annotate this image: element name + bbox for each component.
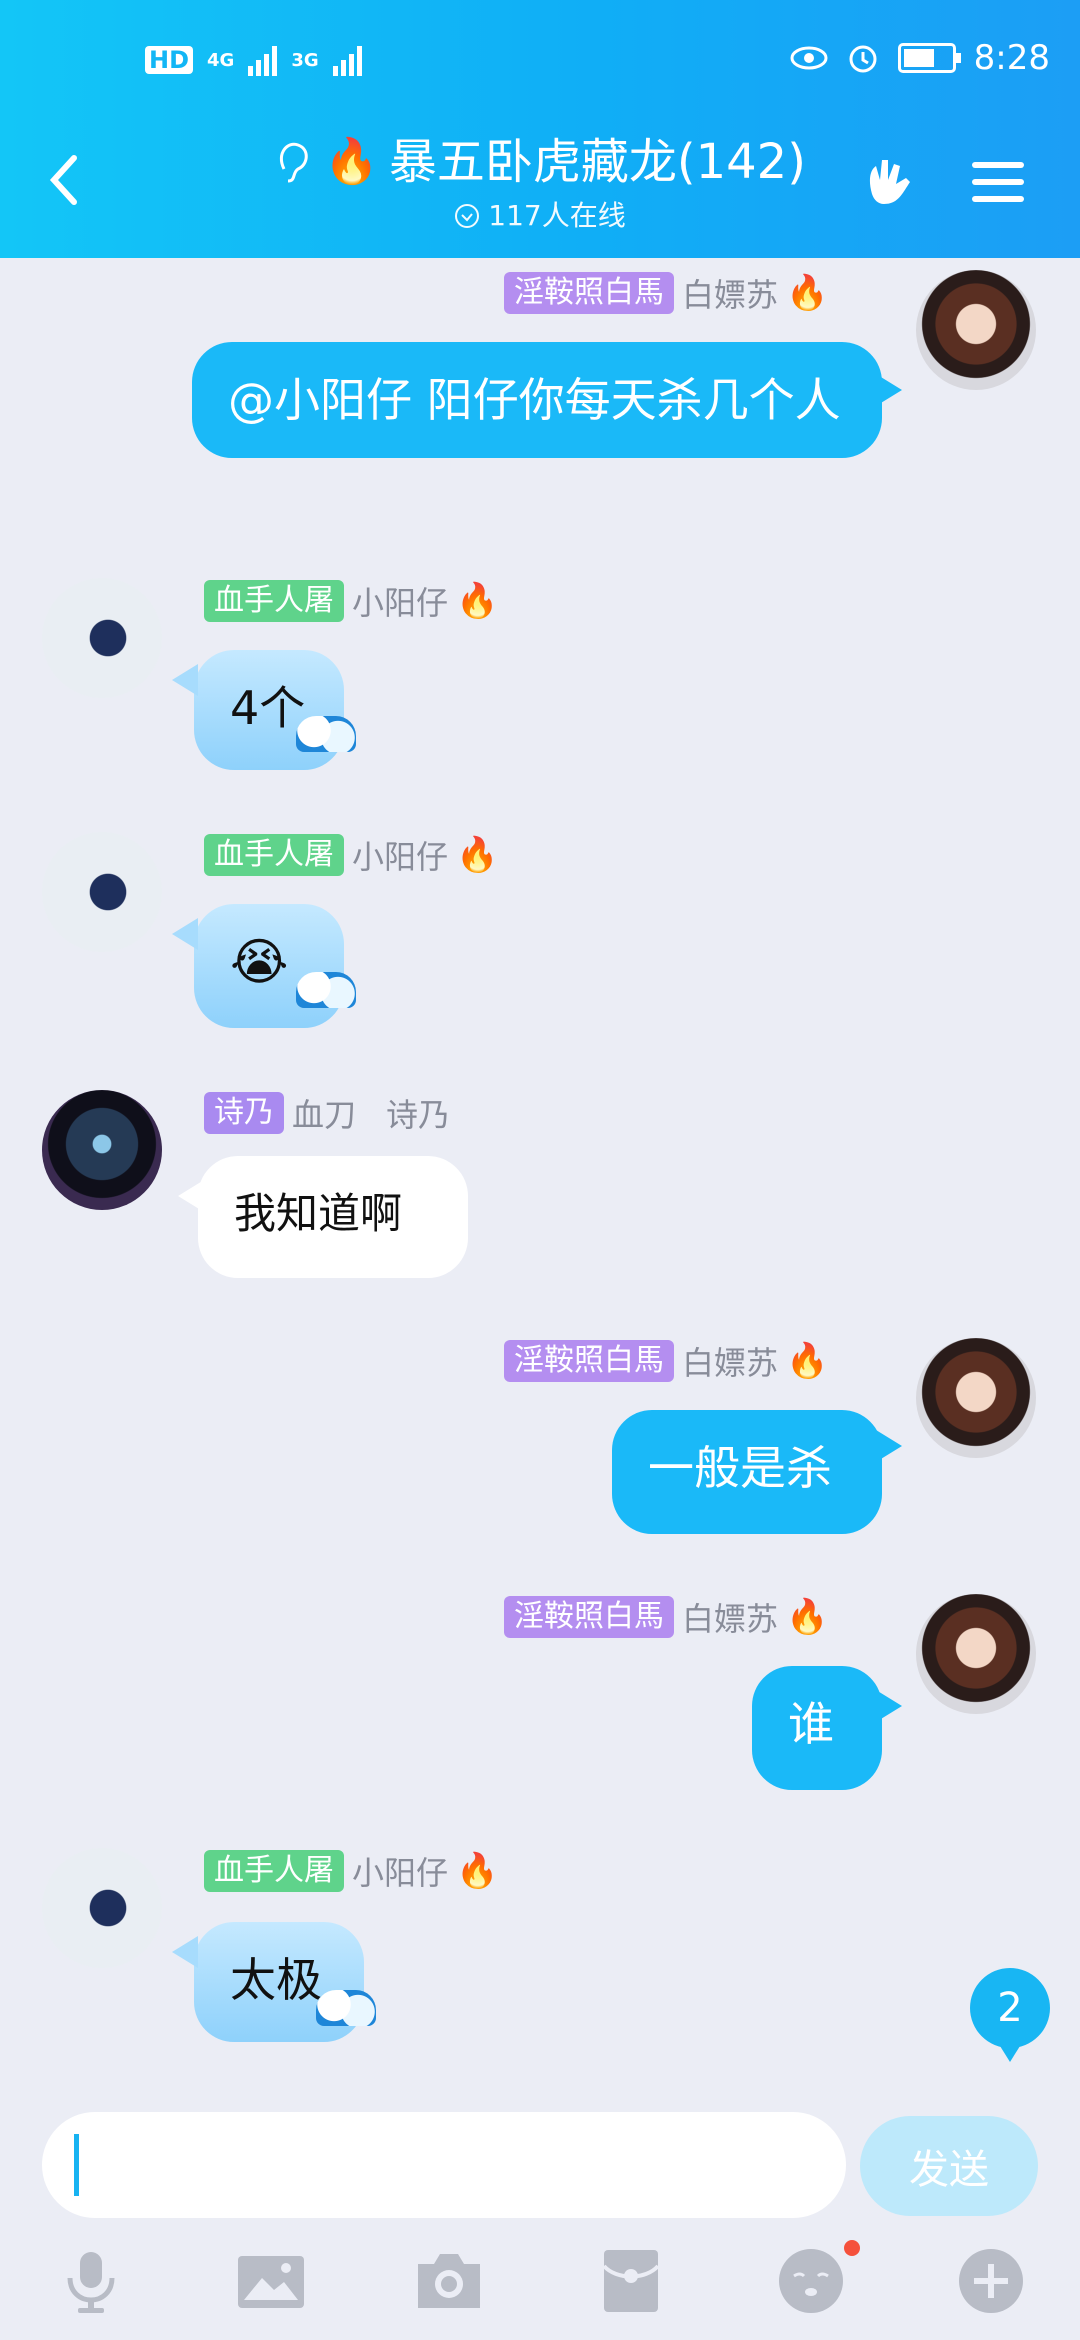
message-meta: 血手人屠 小阳仔 🔥 — [204, 832, 498, 878]
avatar-shinai[interactable] — [42, 1090, 162, 1210]
online-check-icon — [455, 204, 480, 228]
avatar-xiaoyangzai[interactable] — [42, 578, 162, 698]
battery-icon — [897, 43, 961, 73]
signal-icon-2 — [332, 44, 362, 76]
avatar-baipiaosu[interactable] — [916, 270, 1036, 390]
bubble-tail — [178, 1180, 204, 1212]
message-bubble[interactable]: 😭 — [194, 904, 344, 1028]
message-meta: 淫鞍照白馬 白嫖苏 🔥 — [504, 1594, 828, 1640]
notification-dot — [844, 2240, 860, 2256]
flame-icon: 🔥 — [786, 273, 829, 313]
bubble-tail — [172, 918, 198, 950]
red-packet-icon[interactable] — [596, 2246, 666, 2316]
sender-name[interactable]: 小阳仔 — [352, 832, 448, 878]
message-meta: 血手人屠 小阳仔 🔥 — [204, 1848, 498, 1894]
message-meta: 血手人屠 小阳仔 🔥 — [204, 578, 498, 624]
message-bubble[interactable]: 一般是杀 — [612, 1410, 882, 1534]
member-badge: 淫鞍照白馬 — [504, 1596, 674, 1638]
clock: 8:28 — [973, 38, 1050, 78]
group-title: 暴五卧虎藏龙(142) — [388, 134, 806, 190]
emoji-icon[interactable] — [776, 2246, 846, 2316]
avatar-baipiaosu[interactable] — [916, 1594, 1036, 1714]
input-toolbar — [0, 2240, 1080, 2340]
member-badge: 血手人屠 — [204, 1850, 344, 1892]
flame-icon: 🔥 — [786, 1341, 829, 1381]
bubble-tail — [172, 664, 198, 696]
network-label-1: 4G — [207, 49, 235, 71]
message-bubble[interactable]: 谁 — [752, 1666, 882, 1790]
online-count: 117人在线 — [488, 199, 626, 232]
member-title: 血刀 — [292, 1096, 357, 1134]
flame-icon: 🔥 — [456, 581, 499, 621]
bubble-tail — [876, 1430, 902, 1462]
hand-gesture-icon[interactable] — [858, 150, 922, 214]
message-meta: 诗乃 血刀 诗乃 — [204, 1090, 450, 1136]
sender-name[interactable]: 诗乃 — [386, 1090, 450, 1136]
image-icon[interactable] — [236, 2246, 306, 2316]
message-bubble[interactable]: 4个 — [194, 650, 344, 770]
menu-icon[interactable] — [966, 150, 1030, 214]
hd-indicator: HD — [145, 46, 194, 74]
member-badge: 血手人屠 — [204, 580, 344, 622]
wave-decoration — [296, 972, 356, 1008]
message-bubble[interactable]: 我知道啊 — [198, 1156, 468, 1278]
message-bubble[interactable]: @小阳仔 阳仔你每天杀几个人 — [192, 342, 882, 458]
sender-name[interactable]: 小阳仔 — [352, 578, 448, 624]
plus-icon[interactable] — [956, 2246, 1026, 2316]
new-messages-badge[interactable]: 2 — [970, 1968, 1050, 2062]
member-badge: 淫鞍照白馬 — [504, 272, 674, 314]
send-button[interactable]: 发送 — [860, 2116, 1038, 2216]
wave-decoration — [296, 716, 356, 752]
member-badge: 诗乃 — [204, 1092, 284, 1134]
member-badge: 淫鞍照白馬 — [504, 1340, 674, 1382]
network-label-2: 3G — [291, 49, 319, 71]
camera-icon[interactable] — [414, 2246, 484, 2316]
message-input[interactable] — [42, 2112, 846, 2218]
sender-name[interactable]: 小阳仔 — [352, 1848, 448, 1894]
text-caret — [74, 2134, 79, 2196]
message-meta: 淫鞍照白馬 白嫖苏 🔥 — [504, 270, 828, 316]
bubble-tail — [876, 1690, 902, 1722]
sender-name[interactable]: 白嫖苏 — [682, 1338, 778, 1384]
bubble-tail — [876, 374, 902, 406]
status-bar: HD 4G 3G 8:28 — [0, 0, 1080, 130]
message-meta: 淫鞍照白馬 白嫖苏 🔥 — [504, 1338, 828, 1384]
bubble-tail — [172, 1936, 198, 1968]
eye-icon — [790, 46, 828, 70]
sender-name[interactable]: 白嫖苏 — [682, 1594, 778, 1640]
avatar-xiaoyangzai[interactable] — [42, 1848, 162, 1968]
signal-icon — [248, 44, 278, 76]
microphone-icon[interactable] — [56, 2246, 126, 2316]
flame-icon: 🔥 — [324, 136, 379, 187]
flame-icon: 🔥 — [786, 1597, 829, 1637]
wave-decoration — [316, 1990, 376, 2026]
sender-name[interactable]: 白嫖苏 — [682, 270, 778, 316]
flame-icon: 🔥 — [456, 835, 499, 875]
member-badge: 血手人屠 — [204, 834, 344, 876]
avatar-baipiaosu[interactable] — [916, 1338, 1036, 1458]
flame-icon: 🔥 — [456, 1851, 499, 1891]
chat-header: HD 4G 3G 8:28 🔥 暴五卧虎藏龙(142) 117人在线 — [0, 0, 1080, 258]
alarm-icon — [849, 45, 877, 73]
avatar-xiaoyangzai[interactable] — [42, 832, 162, 952]
ear-icon — [279, 142, 308, 183]
